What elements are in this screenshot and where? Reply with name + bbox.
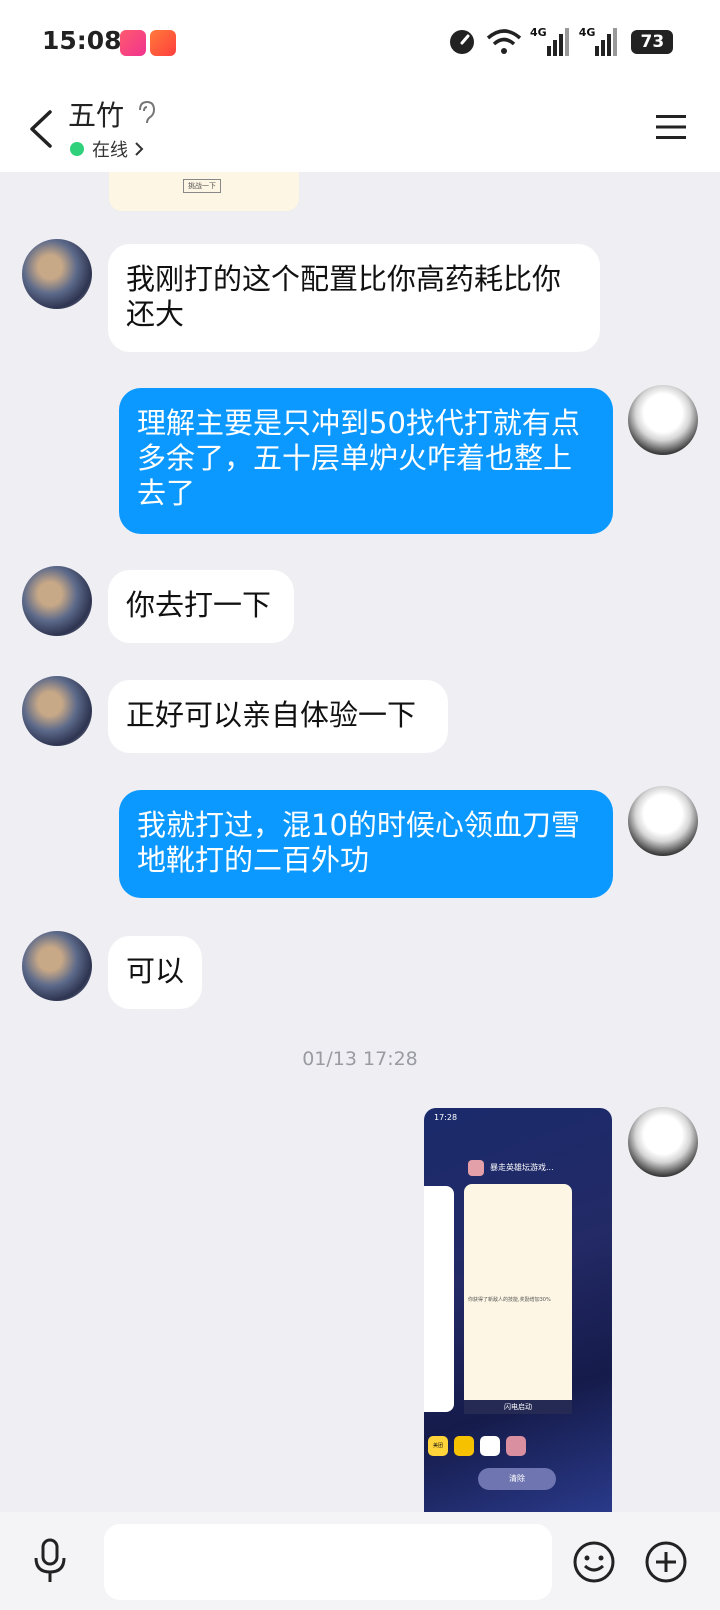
contact-avatar[interactable]	[22, 676, 92, 746]
contact-name[interactable]: 五竹	[68, 94, 124, 134]
wifi-icon	[486, 29, 522, 54]
chevron-right-icon	[135, 142, 144, 156]
message-input[interactable]	[104, 1524, 552, 1600]
shot-left-card	[424, 1186, 454, 1412]
shot-time: 17:28	[434, 1113, 458, 1122]
shot-dock-icon-3	[480, 1436, 500, 1456]
battery-icon: 73	[631, 30, 674, 54]
message-list[interactable]: 挑战一下 我刚打的这个配置比你高药耗比你还大 理解主要是只冲到50找代打就有点多…	[0, 172, 720, 1512]
status-time: 15:08	[42, 26, 122, 55]
message-bubble-incoming[interactable]: 我刚打的这个配置比你高药耗比你还大	[108, 244, 600, 352]
shot-launch-label: 闪电启动	[504, 1403, 532, 1411]
online-dot-icon	[70, 142, 84, 156]
app-notification-icon-2	[150, 30, 176, 56]
network-label-2: 4G	[578, 25, 596, 39]
shot-dock-icon: 美团	[428, 1436, 448, 1456]
my-avatar[interactable]	[628, 786, 698, 856]
contact-avatar[interactable]	[22, 931, 92, 1001]
app-notification-icon	[120, 30, 146, 56]
presence-status[interactable]: 在线	[70, 136, 144, 162]
shot-main-card: 你获得了新敌人的技能,奖励增加30%	[464, 1184, 572, 1410]
message-bubble-incoming[interactable]: 可以	[108, 936, 202, 1009]
presence-label: 在线	[92, 140, 128, 161]
my-avatar[interactable]	[628, 385, 698, 455]
network-label: 4G	[530, 25, 547, 39]
my-avatar[interactable]	[628, 1107, 698, 1177]
shot-launch-bar: 闪电启动	[464, 1400, 572, 1414]
plus-icon[interactable]	[644, 1540, 688, 1584]
status-icons: 4G 4G 73	[448, 24, 674, 60]
message-bubble-outgoing[interactable]: 理解主要是只冲到50找代打就有点多余了，五十层单炉火咋着也整上去了	[119, 388, 613, 534]
message-timestamp: 01/13 17:28	[302, 1048, 418, 1070]
contact-avatar[interactable]	[22, 239, 92, 309]
shot-app-icon	[468, 1160, 484, 1176]
signal-icon-2	[595, 28, 618, 56]
menu-icon[interactable]	[654, 112, 688, 142]
back-arrow-icon[interactable]	[22, 106, 62, 152]
ear-icon	[139, 100, 156, 124]
shot-dock-icon-4	[506, 1436, 526, 1456]
speed-icon	[450, 30, 474, 54]
message-bubble-incoming[interactable]: 正好可以亲自体验一下	[108, 680, 448, 753]
screenshot-image-message[interactable]: 17:28 暴走英雄坛游戏... 你获得了新敌人的技能,奖励增加30% 闪电启动…	[424, 1108, 612, 1512]
chat-header: 五竹 在线	[0, 88, 720, 172]
message-bubble-incoming[interactable]: 你去打一下	[108, 570, 294, 643]
shot-app-title: 暴走英雄坛游戏...	[490, 1163, 554, 1172]
message-bubble-outgoing[interactable]: 我就打过，混10的时候心领血刀雪地靴打的二百外功	[119, 790, 613, 898]
signal-icon	[546, 28, 569, 56]
contact-avatar[interactable]	[22, 566, 92, 636]
snippet-label: 挑战一下	[183, 179, 221, 193]
status-bar: 15:08 4G 4G 73	[0, 0, 720, 88]
shot-clear-label: 清除	[509, 1474, 525, 1483]
emoji-icon[interactable]	[572, 1540, 616, 1584]
previous-image-message[interactable]: 挑战一下	[108, 172, 300, 212]
shot-clear-button: 清除	[478, 1468, 556, 1490]
microphone-icon[interactable]	[30, 1538, 70, 1584]
shot-dock-icon-2	[454, 1436, 474, 1456]
shot-card-text: 你获得了新敌人的技能,奖励增加30%	[468, 1297, 551, 1303]
input-bar	[0, 1512, 720, 1610]
